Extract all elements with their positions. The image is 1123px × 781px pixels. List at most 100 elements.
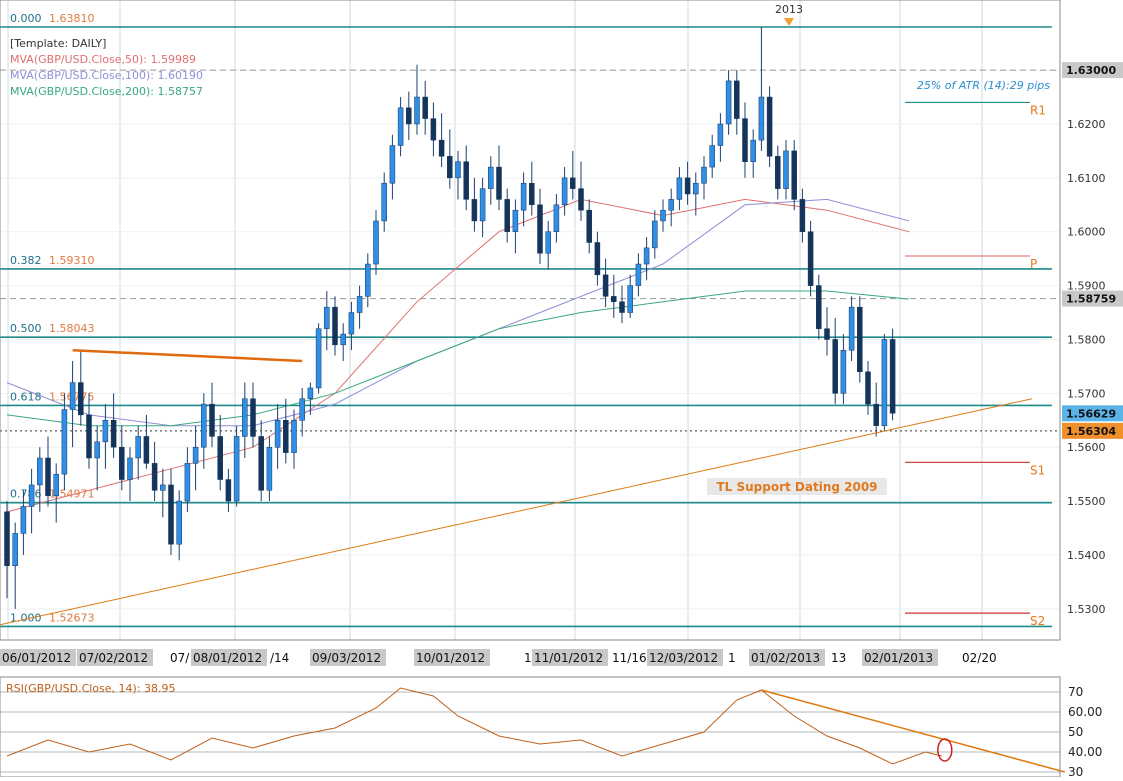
- price-tag-label: 1.56629: [1066, 407, 1116, 420]
- candle-body: [889, 339, 896, 414]
- candle-body: [201, 403, 207, 448]
- y-tick-label: 1.5600: [1067, 441, 1106, 454]
- candle-body: [250, 398, 256, 437]
- candle-body: [857, 306, 863, 373]
- candle-body: [594, 242, 601, 276]
- candle-body: [824, 328, 830, 340]
- rsi-axis: 70 60.00 50 40.00 30: [1068, 685, 1102, 779]
- price-tag-label: 1.56304: [1066, 425, 1116, 438]
- candle-body: [520, 182, 527, 211]
- atr-note: 25% of ATR (14):29 pips: [917, 79, 1050, 92]
- candle-body: [266, 446, 273, 491]
- candle-body: [725, 80, 732, 125]
- rsi-tick-label: 60.00: [1068, 705, 1102, 719]
- candle-body: [676, 177, 683, 200]
- candle-body: [20, 506, 27, 534]
- candle-body: [496, 166, 502, 200]
- candle-body: [184, 463, 191, 502]
- candle-body: [455, 161, 461, 179]
- rsi-label: RSI(GBP/USD.Close, 14): 38.95: [6, 682, 176, 695]
- candle-body: [291, 420, 297, 453]
- candle-body: [307, 387, 314, 399]
- x-tick-label: 10/01/2012: [416, 651, 485, 665]
- candle-body: [660, 209, 666, 222]
- candle-body: [397, 107, 404, 146]
- candle-body: [865, 371, 871, 405]
- fib-ratio: 0.000: [10, 12, 42, 25]
- candle-body: [135, 436, 141, 459]
- candle-body: [315, 328, 322, 389]
- y-tick-label: 1.5800: [1067, 333, 1106, 346]
- candle-body: [110, 420, 117, 448]
- y-tick-label: 1.5500: [1067, 495, 1106, 508]
- candle: [233, 425, 240, 507]
- candle-body: [479, 188, 486, 222]
- candle-body: [209, 403, 215, 437]
- candle-body: [4, 511, 10, 566]
- candle-body: [635, 263, 642, 286]
- candle: [881, 334, 888, 432]
- x-tick-label: 13: [831, 651, 846, 665]
- fib-ratio: 0.500: [10, 322, 42, 335]
- candle-body: [37, 457, 43, 486]
- candle-body: [299, 398, 305, 421]
- candle-body: [168, 484, 174, 545]
- legend: MVA(GBP/USD.Close,50): 1.59989 MVA(GBP/US…: [10, 53, 203, 98]
- candle-body: [734, 80, 740, 119]
- candle-body: [225, 479, 232, 502]
- y-tick-label: 1.5300: [1067, 603, 1106, 616]
- candle-body: [545, 231, 551, 254]
- candle-body: [160, 484, 166, 491]
- x-tick-label: 11/16: [612, 651, 647, 665]
- rsi-tick-label: 40.00: [1068, 745, 1102, 759]
- candle-body: [28, 484, 35, 507]
- candle-body: [504, 199, 510, 232]
- fib-ratio: 0.618: [10, 390, 42, 403]
- candle-body: [471, 199, 478, 222]
- candle: [315, 323, 322, 394]
- candle-body: [873, 403, 879, 426]
- candle-body: [414, 96, 420, 125]
- x-tick-label: 07/02/2012: [79, 651, 148, 665]
- x-tick-label: 08/01/2012: [193, 651, 262, 665]
- pivot-label: R1: [1030, 103, 1046, 117]
- x-tick-label: 1: [728, 651, 736, 665]
- candle-body: [143, 436, 150, 464]
- price-axis: 1.53001.54001.55001.56001.57001.58001.59…: [1067, 64, 1106, 616]
- x-tick-label: 01/02/2013: [751, 651, 820, 665]
- candle-body: [832, 339, 838, 394]
- candle-body: [561, 177, 568, 206]
- candle-body: [783, 150, 789, 189]
- candle-body: [693, 182, 699, 195]
- candle-body: [192, 446, 199, 464]
- candle-body: [422, 96, 428, 119]
- candle-body: [611, 296, 617, 303]
- candle-body: [119, 446, 125, 480]
- candle-body: [389, 145, 396, 184]
- rsi-tick-label: 50: [1068, 725, 1083, 739]
- candle-body: [643, 247, 650, 265]
- candle-body: [102, 420, 109, 443]
- candle-body: [373, 220, 379, 265]
- candle-body: [430, 118, 437, 141]
- ma-legend-item: MVA(GBP/USD.Close,100): 1.60190: [10, 69, 203, 82]
- candle-body: [365, 263, 371, 297]
- candle-body: [791, 150, 797, 200]
- candle-body: [258, 436, 264, 491]
- candle-body: [668, 199, 674, 211]
- candle-body: [717, 123, 724, 146]
- x-tick-label: 02/20: [962, 651, 997, 665]
- candle-body: [447, 156, 453, 179]
- fib-ratio: 0.786: [10, 488, 42, 501]
- candle-body: [127, 457, 133, 480]
- candle-body: [348, 312, 355, 335]
- candle-body: [553, 204, 560, 232]
- x-tick-label: 07/: [170, 651, 190, 665]
- ma-legend-item: MVA(GBP/USD.Close,50): 1.59989: [10, 53, 196, 66]
- price-chart: 0.000 1.63810 0.382 1.59310 0.500 1.58043 0.61…: [0, 0, 1123, 779]
- candle-body: [709, 145, 715, 168]
- fib-value: 1.58043: [49, 322, 95, 335]
- x-tick-label: /14: [270, 651, 289, 665]
- candle-body: [799, 199, 806, 232]
- fib-ratio: 1.000: [10, 611, 42, 624]
